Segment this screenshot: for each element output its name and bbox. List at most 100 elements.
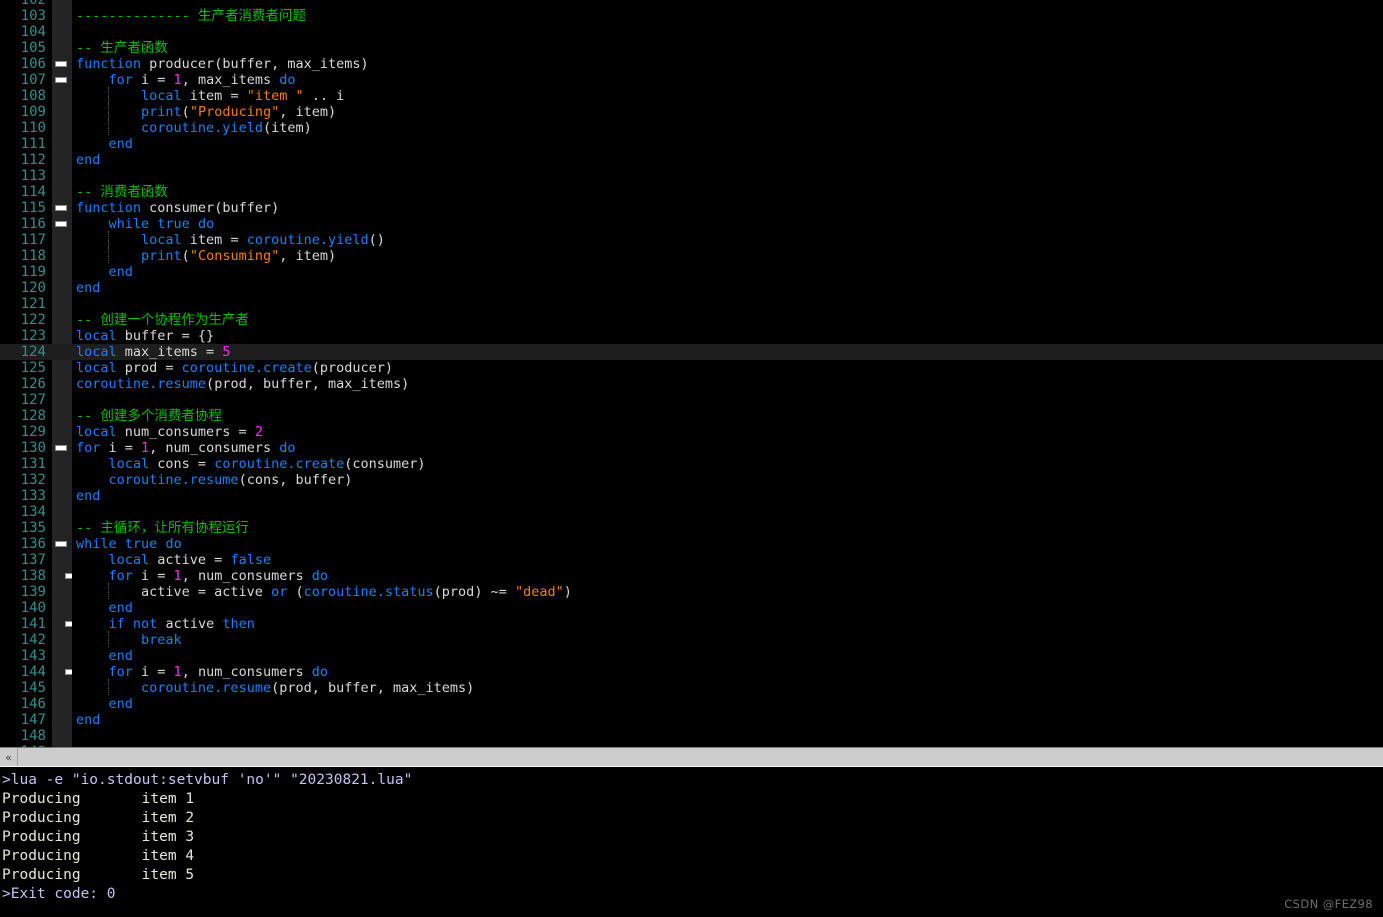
code-line[interactable]: 124 local max_items = 5 <box>0 344 1383 360</box>
code-text[interactable]: -- 消费者函数 <box>72 184 1383 200</box>
code-text[interactable]: local prod = coroutine.create(producer) <box>72 360 1383 376</box>
code-text[interactable] <box>72 728 1383 744</box>
fold-margin[interactable] <box>52 296 72 312</box>
code-text[interactable]: coroutine.resume(prod, buffer, max_items… <box>72 679 1383 696</box>
code-line[interactable]: 139 active = active or (coroutine.status… <box>0 583 1383 600</box>
code-editor-pane[interactable]: 102 103 -------------- 生产者消费者问题 104 105 -- 生产… <box>0 0 1383 747</box>
code-text[interactable]: while true do <box>72 216 1383 232</box>
code-line[interactable]: 141 if not active then <box>0 616 1383 632</box>
code-text[interactable]: end <box>72 280 1383 296</box>
fold-margin[interactable] <box>52 712 72 728</box>
code-text[interactable]: while true do <box>72 536 1383 552</box>
code-text[interactable] <box>72 0 1383 8</box>
code-text[interactable]: coroutine.resume(prod, buffer, max_items… <box>72 376 1383 392</box>
code-text[interactable]: local item = "item " .. i <box>72 87 1383 104</box>
code-text[interactable]: -- 主循环，让所有协程运行 <box>72 520 1383 536</box>
code-line[interactable]: 111 end <box>0 136 1383 152</box>
fold-margin[interactable] <box>52 696 72 712</box>
fold-margin[interactable] <box>52 8 72 24</box>
fold-margin[interactable] <box>52 24 72 40</box>
fold-margin[interactable] <box>52 360 72 376</box>
code-line[interactable]: 105 -- 生产者函数 <box>0 40 1383 56</box>
fold-margin[interactable] <box>52 632 72 648</box>
code-line[interactable]: 132 coroutine.resume(cons, buffer) <box>0 472 1383 488</box>
code-text[interactable]: active = active or (coroutine.status(pro… <box>72 583 1383 600</box>
code-text[interactable]: -- 创建多个消费者协程 <box>72 408 1383 424</box>
fold-margin[interactable] <box>52 152 72 168</box>
code-text[interactable]: if not active then <box>72 616 1383 632</box>
code-line-list[interactable]: 102 103 -------------- 生产者消费者问题 104 105 -- 生产… <box>0 0 1383 747</box>
fold-collapse-icon[interactable] <box>55 61 67 67</box>
code-text[interactable]: end <box>72 600 1383 616</box>
fold-margin[interactable] <box>52 376 72 392</box>
fold-margin[interactable] <box>52 248 72 264</box>
fold-collapse-icon[interactable] <box>55 221 67 227</box>
output-terminal-pane[interactable]: >lua -e "io.stdout:setvbuf 'no'" "202308… <box>0 768 1383 917</box>
code-line[interactable]: 115 function consumer(buffer) <box>0 200 1383 216</box>
fold-margin[interactable] <box>52 328 72 344</box>
fold-margin[interactable] <box>52 472 72 488</box>
fold-margin[interactable] <box>52 616 77 632</box>
fold-margin[interactable] <box>52 56 72 72</box>
code-text[interactable]: end <box>72 696 1383 712</box>
fold-margin[interactable] <box>52 392 72 408</box>
fold-margin[interactable] <box>52 584 72 600</box>
fold-margin[interactable] <box>52 568 77 584</box>
code-line[interactable]: 133 end <box>0 488 1383 504</box>
code-line[interactable]: 137 local active = false <box>0 552 1383 568</box>
code-line[interactable]: 116 while true do <box>0 216 1383 232</box>
code-line[interactable]: 122 -- 创建一个协程作为生产者 <box>0 312 1383 328</box>
fold-margin[interactable] <box>52 648 72 664</box>
code-line[interactable]: 112 end <box>0 152 1383 168</box>
code-line[interactable]: 126 coroutine.resume(prod, buffer, max_it… <box>0 376 1383 392</box>
code-line[interactable]: 121 <box>0 296 1383 312</box>
code-text[interactable] <box>72 168 1383 184</box>
fold-margin[interactable] <box>52 344 72 360</box>
code-text[interactable]: end <box>72 136 1383 152</box>
fold-margin[interactable] <box>52 488 72 504</box>
fold-margin[interactable] <box>52 232 72 248</box>
code-text[interactable]: end <box>72 152 1383 168</box>
code-line[interactable]: 118 print("Consuming", item) <box>0 247 1383 264</box>
code-line[interactable]: 102 <box>0 0 1383 8</box>
code-text[interactable] <box>72 296 1383 312</box>
fold-margin[interactable] <box>52 280 72 296</box>
fold-margin[interactable] <box>52 440 72 456</box>
fold-margin[interactable] <box>52 680 72 696</box>
fold-margin[interactable] <box>52 520 72 536</box>
code-line[interactable]: 144 for i = 1, num_consumers do <box>0 664 1383 680</box>
code-line[interactable]: 108 local item = "item " .. i <box>0 87 1383 104</box>
fold-margin[interactable] <box>52 200 72 216</box>
code-text[interactable]: end <box>72 264 1383 280</box>
code-line[interactable]: 127 <box>0 392 1383 408</box>
fold-collapse-icon[interactable] <box>55 541 67 547</box>
fold-margin[interactable] <box>52 88 72 104</box>
code-line[interactable]: 117 local item = coroutine.yield() <box>0 231 1383 248</box>
code-text[interactable]: local active = false <box>72 552 1383 568</box>
fold-margin[interactable] <box>52 0 72 8</box>
fold-margin[interactable] <box>52 728 72 744</box>
code-line[interactable]: 103 -------------- 生产者消费者问题 <box>0 8 1383 24</box>
code-text[interactable]: end <box>72 488 1383 504</box>
code-line[interactable]: 106 function producer(buffer, max_items) <box>0 56 1383 72</box>
fold-margin[interactable] <box>52 104 72 120</box>
code-line[interactable]: 123 local buffer = {} <box>0 328 1383 344</box>
code-line[interactable]: 134 <box>0 504 1383 520</box>
fold-margin[interactable] <box>52 424 72 440</box>
code-line[interactable]: 136 while true do <box>0 536 1383 552</box>
code-line[interactable]: 120 end <box>0 280 1383 296</box>
code-line[interactable]: 130 for i = 1, num_consumers do <box>0 440 1383 456</box>
code-line[interactable]: 125 local prod = coroutine.create(produce… <box>0 360 1383 376</box>
fold-margin[interactable] <box>52 184 72 200</box>
fold-margin[interactable] <box>52 120 72 136</box>
code-text[interactable]: print("Consuming", item) <box>72 247 1383 264</box>
code-text[interactable] <box>72 392 1383 408</box>
fold-margin[interactable] <box>52 504 72 520</box>
code-text[interactable]: break <box>72 631 1383 648</box>
code-text[interactable]: coroutine.yield(item) <box>72 119 1383 136</box>
code-text[interactable]: local num_consumers = 2 <box>72 424 1383 440</box>
fold-margin[interactable] <box>52 536 72 552</box>
code-text[interactable]: print("Producing", item) <box>72 103 1383 120</box>
code-line[interactable]: 140 end <box>0 600 1383 616</box>
fold-collapse-icon[interactable] <box>55 205 67 211</box>
